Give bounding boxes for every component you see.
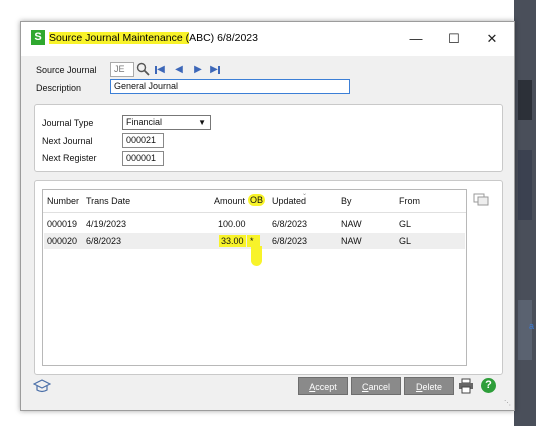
previous-record-icon[interactable]: ◀ bbox=[172, 63, 186, 77]
cell-trans-date: 4/19/2023 bbox=[86, 219, 127, 229]
journal-type-label: Journal Type bbox=[42, 118, 94, 128]
journal-type-value: Financial bbox=[126, 117, 163, 127]
maximize-button[interactable]: ☐ bbox=[439, 29, 469, 49]
help-icon[interactable]: ? bbox=[481, 378, 496, 393]
history-grid-panel: Number Trans Date Amount OB Updated ⌄ By… bbox=[34, 180, 503, 375]
first-record-bar bbox=[155, 66, 157, 74]
register-history-grid[interactable]: Number Trans Date Amount OB Updated ⌄ By… bbox=[42, 189, 467, 366]
description-input[interactable]: General Journal bbox=[110, 79, 350, 94]
next-journal-input[interactable]: 000021 bbox=[122, 133, 164, 148]
grid-settings-icon[interactable] bbox=[473, 191, 489, 207]
column-header-amount[interactable]: Amount bbox=[214, 196, 245, 206]
dropdown-arrow-icon: ▼ bbox=[198, 118, 206, 127]
graduation-cap-icon[interactable] bbox=[32, 378, 52, 394]
next-register-input[interactable]: 000001 bbox=[122, 151, 164, 166]
cell-updated: 6/8/2023 bbox=[272, 236, 308, 246]
app-logo-icon: S bbox=[31, 30, 45, 45]
description-label: Description bbox=[36, 83, 82, 93]
title-bar[interactable]: S Source Journal Maintenance (ABC) 6/8/2… bbox=[21, 22, 514, 56]
column-header-updated[interactable]: Updated bbox=[272, 196, 306, 206]
column-header-ob[interactable]: OB bbox=[248, 194, 266, 206]
cell-by: NAW bbox=[341, 236, 362, 246]
last-record-bar bbox=[218, 66, 220, 74]
cell-updated: 6/8/2023 bbox=[272, 219, 308, 229]
journal-settings-panel: Journal Type Financial ▼ Next Journal 00… bbox=[34, 104, 503, 172]
next-journal-label: Next Journal bbox=[42, 136, 93, 146]
delete-label: elete bbox=[422, 382, 443, 392]
column-header-trans-date[interactable]: Trans Date bbox=[86, 196, 130, 206]
title-highlight: Source Journal Maintenance ( bbox=[49, 32, 190, 44]
next-register-label: Next Register bbox=[42, 153, 97, 163]
printer-icon[interactable] bbox=[458, 378, 474, 394]
accept-button[interactable]: Accept bbox=[298, 377, 348, 395]
close-button[interactable]: ✕ bbox=[477, 29, 507, 49]
lookup-magnifier-icon[interactable] bbox=[136, 62, 150, 76]
source-journal-input[interactable]: JE bbox=[110, 62, 134, 77]
column-header-from[interactable]: From bbox=[399, 196, 420, 206]
resize-grip-icon[interactable]: ⋱ bbox=[504, 400, 512, 408]
sort-indicator-icon: ⌄ bbox=[302, 191, 308, 197]
cell-trans-date: 6/8/2023 bbox=[86, 236, 122, 246]
minimize-button[interactable]: — bbox=[401, 29, 431, 49]
background-window-edge: a bbox=[514, 0, 536, 426]
cancel-label: ancel bbox=[368, 382, 390, 392]
journal-type-select[interactable]: Financial ▼ bbox=[122, 115, 211, 130]
highlight-mark bbox=[251, 246, 262, 266]
source-journal-label: Source Journal bbox=[36, 65, 97, 75]
cell-from: GL bbox=[399, 236, 412, 246]
delete-button[interactable]: Delete bbox=[404, 377, 454, 395]
cell-number: 000019 bbox=[47, 219, 78, 229]
background-text-fragment: a bbox=[528, 321, 534, 331]
column-header-number[interactable]: Number bbox=[47, 196, 79, 206]
window-title: Source Journal Maintenance (ABC) 6/8/202… bbox=[49, 32, 258, 44]
cell-amount: 33.00 bbox=[219, 235, 246, 247]
accept-label: ccept bbox=[315, 382, 337, 392]
cell-from: GL bbox=[399, 219, 412, 229]
table-row[interactable]: 000019 4/19/2023 100.00 6/8/2023 NAW GL bbox=[44, 216, 465, 232]
column-header-by[interactable]: By bbox=[341, 196, 352, 206]
header-divider bbox=[43, 212, 466, 213]
cancel-button[interactable]: Cancel bbox=[351, 377, 401, 395]
cell-number: 000020 bbox=[47, 236, 78, 246]
cell-amount: 100.00 bbox=[218, 219, 246, 229]
source-journal-maintenance-window: S Source Journal Maintenance (ABC) 6/8/2… bbox=[20, 21, 515, 411]
next-record-icon[interactable]: ▶ bbox=[191, 63, 205, 77]
cell-by: NAW bbox=[341, 219, 362, 229]
title-rest: ABC) 6/8/2023 bbox=[189, 32, 258, 44]
